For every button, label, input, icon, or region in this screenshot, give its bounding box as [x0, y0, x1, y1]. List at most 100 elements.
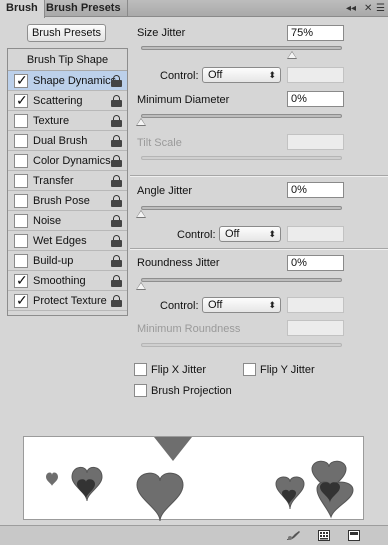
heart-brush-tip	[46, 472, 58, 486]
item-checkbox[interactable]	[14, 114, 28, 128]
angle-jitter-control-select[interactable]: Off ⬍	[219, 226, 281, 242]
new-preset-icon[interactable]	[348, 530, 360, 541]
lock-icon[interactable]	[111, 195, 122, 207]
roundness-jitter-slider[interactable]	[141, 278, 342, 282]
list-item-build-up[interactable]: Build-up	[8, 251, 127, 271]
item-checkbox[interactable]	[14, 174, 28, 188]
item-checkbox[interactable]	[14, 194, 28, 208]
collapse-icon[interactable]: ◂◂	[346, 1, 356, 16]
lock-icon[interactable]	[111, 95, 122, 107]
brush-projection-checkbox[interactable]	[134, 384, 147, 397]
item-label: Smoothing	[33, 275, 86, 287]
item-label: Brush Pose	[33, 195, 90, 207]
lock-icon[interactable]	[111, 155, 122, 167]
flip-x-jitter-label: Flip X Jitter	[151, 364, 207, 376]
list-item-smoothing[interactable]: ✓ Smoothing	[8, 271, 127, 291]
flip-y-jitter-checkbox[interactable]	[243, 363, 256, 376]
lock-icon[interactable]	[111, 275, 122, 287]
list-item-brush-pose[interactable]: Brush Pose	[8, 191, 127, 211]
lock-icon[interactable]	[111, 215, 122, 227]
brush-tip-shape-item[interactable]: Brush Tip Shape	[8, 49, 127, 71]
minimum-diameter-slider[interactable]	[141, 114, 342, 118]
size-jitter-slider-thumb[interactable]	[286, 51, 297, 59]
checkmark-icon: ✓	[16, 272, 28, 288]
minimum-diameter-slider-thumb[interactable]	[136, 118, 146, 126]
lock-icon[interactable]	[111, 75, 122, 87]
tilt-scale-input	[287, 134, 344, 150]
roundness-jitter-control-select[interactable]: Off ⬍	[202, 297, 281, 313]
size-jitter-control-field	[287, 67, 344, 83]
tab-brush[interactable]: Brush	[0, 0, 45, 18]
flip-x-jitter-checkbox[interactable]	[134, 363, 147, 376]
size-jitter-control-label: Control:	[160, 70, 199, 82]
lock-icon[interactable]	[111, 235, 122, 247]
item-checkbox[interactable]	[14, 234, 28, 248]
roundness-jitter-slider-thumb[interactable]	[136, 282, 146, 290]
list-item-scattering[interactable]: ✓ Scattering	[8, 91, 127, 111]
roundness-jitter-input[interactable]: 0%	[287, 255, 344, 271]
angle-jitter-control-label: Control:	[177, 229, 216, 241]
tilt-scale-label: Tilt Scale	[137, 137, 182, 149]
item-label: Scattering	[33, 95, 83, 107]
item-checkbox[interactable]: ✓	[14, 72, 28, 88]
list-item-transfer[interactable]: Transfer	[8, 171, 127, 191]
list-item-color-dynamics[interactable]: Color Dynamics	[8, 151, 127, 171]
list-item-dual-brush[interactable]: Dual Brush	[8, 131, 127, 151]
list-item-wet-edges[interactable]: Wet Edges	[8, 231, 127, 251]
item-checkbox[interactable]	[14, 134, 28, 148]
item-label: Color Dynamics	[33, 155, 111, 167]
list-item-texture[interactable]: Texture	[8, 111, 127, 131]
angle-jitter-control-field	[287, 226, 344, 242]
angle-jitter-input[interactable]: 0%	[287, 182, 344, 198]
angle-jitter-slider[interactable]	[141, 206, 342, 210]
size-jitter-slider[interactable]	[141, 46, 342, 50]
brush-preview-icon[interactable]	[286, 530, 302, 541]
section-divider-highlight	[130, 249, 388, 250]
list-item-noise[interactable]: Noise	[8, 211, 127, 231]
panel-tab-bar: Brush Brush Presets ◂◂ ✕ ☰	[0, 0, 388, 18]
brush-stroke-preview	[23, 436, 364, 522]
item-checkbox[interactable]: ✓	[14, 292, 28, 308]
flip-y-jitter-label: Flip Y Jitter	[260, 364, 315, 376]
minimum-roundness-label: Minimum Roundness	[137, 323, 241, 335]
checkmark-icon: ✓	[16, 92, 28, 108]
item-label: Build-up	[33, 255, 74, 267]
select-arrows-icon: ⬍	[268, 300, 276, 310]
item-label: Texture	[33, 115, 70, 127]
grid-icon[interactable]	[318, 530, 330, 541]
minimum-diameter-input[interactable]: 0%	[287, 91, 344, 107]
item-checkbox[interactable]	[14, 214, 28, 228]
panel-menu-icon[interactable]: ☰	[376, 1, 385, 16]
lock-icon[interactable]	[111, 255, 122, 267]
angle-jitter-slider-thumb[interactable]	[136, 210, 146, 218]
lock-icon[interactable]	[111, 295, 122, 307]
item-label: Wet Edges	[33, 235, 87, 247]
tilt-scale-slider	[141, 156, 342, 160]
brush-projection-label: Brush Projection	[151, 385, 232, 397]
item-label: Protect Texture	[33, 295, 107, 307]
lock-icon[interactable]	[111, 115, 122, 127]
item-checkbox[interactable]: ✓	[14, 272, 28, 288]
minimum-roundness-slider	[141, 343, 342, 347]
lock-icon[interactable]	[111, 175, 122, 187]
roundness-jitter-control-label: Control:	[160, 300, 199, 312]
size-jitter-control-value: Off	[208, 69, 223, 81]
item-checkbox[interactable]	[14, 254, 28, 268]
item-label: Transfer	[33, 175, 74, 187]
list-item-protect-texture[interactable]: ✓ Protect Texture	[8, 291, 127, 311]
item-checkbox[interactable]: ✓	[14, 92, 28, 108]
lock-icon[interactable]	[111, 135, 122, 147]
heart-brush-tips	[46, 437, 354, 522]
close-icon[interactable]: ✕	[364, 1, 372, 16]
section-divider-highlight	[130, 176, 388, 177]
minimum-diameter-label: Minimum Diameter	[137, 94, 230, 106]
size-jitter-control-select[interactable]: Off ⬍	[202, 67, 281, 83]
size-jitter-input[interactable]: 75%	[287, 25, 344, 41]
tab-brush-presets[interactable]: Brush Presets	[40, 0, 128, 17]
heart-brush-tip	[282, 489, 296, 505]
brush-presets-button[interactable]: Brush Presets	[27, 24, 106, 42]
list-item-shape-dynamics[interactable]: ✓ Shape Dynamics	[8, 71, 127, 91]
select-arrows-icon: ⬍	[268, 229, 276, 239]
brush-stroke-preview-canvas	[46, 437, 354, 522]
item-checkbox[interactable]	[14, 154, 28, 168]
